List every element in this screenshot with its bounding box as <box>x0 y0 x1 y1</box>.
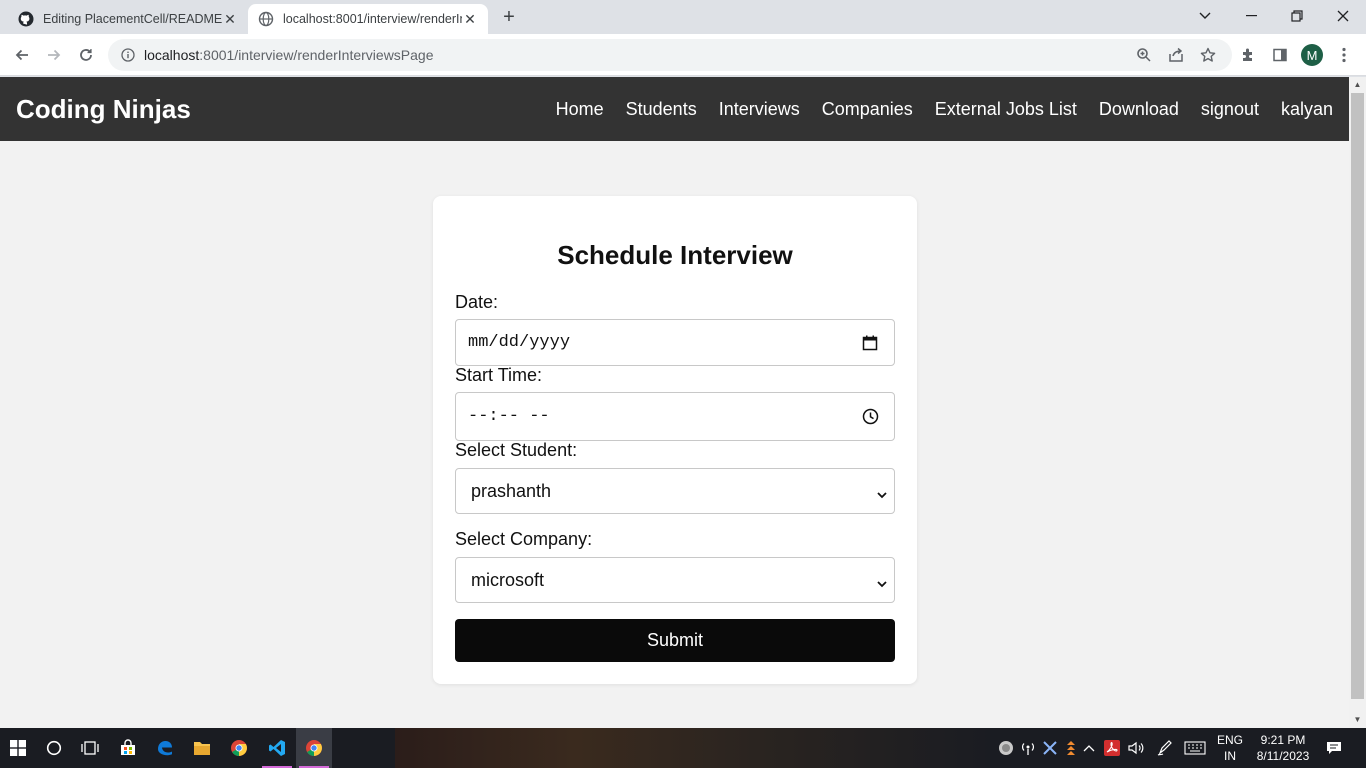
date-input[interactable]: mm/dd/yyyy <box>455 319 895 366</box>
scrollbar-thumb[interactable] <box>1351 93 1364 699</box>
acrobat-icon[interactable] <box>1102 728 1122 768</box>
start-time-label: Start Time: <box>455 365 543 385</box>
chevron-down-icon <box>876 574 888 588</box>
tab-search-icon[interactable] <box>1182 0 1228 32</box>
task-view-icon[interactable] <box>72 728 108 768</box>
close-window-button[interactable] <box>1320 0 1366 32</box>
tray-app-icon[interactable] <box>996 728 1016 768</box>
language-code: ENG <box>1216 733 1243 747</box>
file-explorer-icon[interactable] <box>184 728 220 768</box>
nav-signout[interactable]: signout <box>1201 99 1259 120</box>
submit-button[interactable]: Submit <box>455 619 895 662</box>
page-viewport: Coding Ninjas Home Students Interviews C… <box>0 77 1349 728</box>
share-icon[interactable] <box>1164 43 1188 67</box>
student-selected-value: prashanth <box>471 480 552 501</box>
back-icon[interactable] <box>10 43 34 67</box>
forward-icon[interactable] <box>42 43 66 67</box>
bookmark-star-icon[interactable] <box>1196 43 1220 67</box>
browser-toolbar: localhost:8001/interview/renderInterview… <box>0 34 1366 76</box>
notifications-icon[interactable] <box>1322 728 1346 768</box>
chevron-down-icon <box>876 485 888 499</box>
nav-home[interactable]: Home <box>556 99 604 120</box>
show-hidden-icons-icon[interactable] <box>1080 728 1098 768</box>
tab-title: Editing PlacementCell/README.md <box>43 12 222 26</box>
keyboard-icon[interactable] <box>1182 728 1208 768</box>
profile-avatar[interactable]: M <box>1301 44 1323 66</box>
clock-time: 9:21 PM <box>1260 733 1306 747</box>
side-panel-icon[interactable] <box>1268 43 1292 67</box>
nav-links: Home Students Interviews Companies Exter… <box>534 77 1333 141</box>
scroll-down-icon[interactable]: ▼ <box>1353 715 1362 724</box>
url-path: :8001/interview/renderInterviewsPage <box>199 47 434 63</box>
form-title: Schedule Interview <box>557 240 793 270</box>
clock-icon[interactable] <box>860 406 880 426</box>
clock-date: 8/11/2023 <box>1256 749 1310 763</box>
windows-taskbar: ENG IN 9:21 PM 8/11/2023 <box>0 728 1366 768</box>
system-clock[interactable]: 9:21 PM 8/11/2023 <box>1248 732 1318 764</box>
volume-icon[interactable] <box>1126 728 1148 768</box>
time-placeholder: --:-- -- <box>468 407 550 426</box>
date-placeholder: mm/dd/yyyy <box>468 333 571 352</box>
restore-button[interactable] <box>1274 0 1320 32</box>
tab-title: localhost:8001/interview/renderInterview… <box>283 12 462 26</box>
nav-interviews[interactable]: Interviews <box>719 99 800 120</box>
zoom-icon[interactable] <box>1132 43 1156 67</box>
globe-icon <box>258 11 274 27</box>
store-icon[interactable] <box>110 728 146 768</box>
nav-companies[interactable]: Companies <box>822 99 913 120</box>
search-icon[interactable] <box>36 728 72 768</box>
calendar-icon[interactable] <box>860 333 880 353</box>
tab-strip: Editing PlacementCell/README.md ✕ localh… <box>0 0 1366 34</box>
reload-icon[interactable] <box>74 43 98 67</box>
select-company-label: Select Company: <box>455 529 593 549</box>
pen-icon[interactable] <box>1154 728 1176 768</box>
site-info-icon[interactable] <box>120 47 136 63</box>
language-region: IN <box>1224 749 1236 763</box>
extensions-icon[interactable] <box>1236 43 1260 67</box>
schedule-interview-form: Schedule Interview Date: mm/dd/yyyy Star… <box>433 196 917 684</box>
nav-download[interactable]: Download <box>1099 99 1179 120</box>
site-navbar: Coding Ninjas Home Students Interviews C… <box>0 77 1349 141</box>
nav-external-jobs-list[interactable]: External Jobs List <box>935 99 1077 120</box>
new-tab-button[interactable]: + <box>498 6 520 28</box>
tray-orange-icon[interactable] <box>1062 728 1080 768</box>
vscode-icon[interactable] <box>259 728 295 768</box>
address-bar[interactable]: localhost:8001/interview/renderInterview… <box>108 39 1232 71</box>
windows-start-icon[interactable] <box>0 728 36 768</box>
student-select[interactable]: prashanth <box>455 468 895 514</box>
site-brand[interactable]: Coding Ninjas <box>16 94 191 125</box>
page-scrollbar[interactable]: ▲ ▼ <box>1349 77 1366 728</box>
tab-interviews-page[interactable]: localhost:8001/interview/renderInterview… <box>248 4 488 34</box>
tools-icon[interactable] <box>1040 728 1060 768</box>
tab-github-readme[interactable]: Editing PlacementCell/README.md ✕ <box>8 4 248 34</box>
date-label: Date: <box>455 292 499 312</box>
taskbar-wallpaper <box>395 728 995 768</box>
input-language[interactable]: ENG IN <box>1212 732 1248 764</box>
nav-user[interactable]: kalyan <box>1281 99 1333 120</box>
minimize-button[interactable] <box>1228 0 1274 32</box>
select-student-label: Select Student: <box>455 440 578 460</box>
nav-students[interactable]: Students <box>626 99 697 120</box>
close-icon[interactable]: ✕ <box>222 11 238 27</box>
github-icon <box>18 11 34 27</box>
company-selected-value: microsoft <box>471 569 545 590</box>
chrome-icon[interactable] <box>221 728 257 768</box>
close-icon[interactable]: ✕ <box>462 11 478 27</box>
edge-icon[interactable] <box>147 728 183 768</box>
menu-dots-icon[interactable] <box>1332 43 1356 67</box>
wifi-hotspot-icon[interactable] <box>1018 728 1038 768</box>
start-time-input[interactable]: --:-- -- <box>455 392 895 441</box>
url-host: localhost <box>144 47 200 63</box>
chrome-active-icon[interactable] <box>296 728 332 768</box>
scroll-up-icon[interactable]: ▲ <box>1353 80 1362 89</box>
company-select[interactable]: microsoft <box>455 557 895 603</box>
